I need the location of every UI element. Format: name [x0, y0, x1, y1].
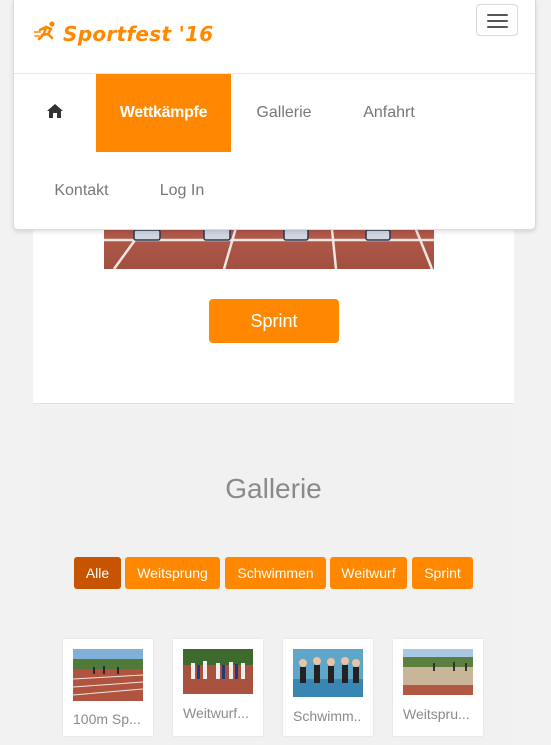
- gallery-thumbnail[interactable]: [183, 649, 253, 694]
- hamburger-icon-bar: [487, 20, 508, 22]
- nav-item-home[interactable]: [14, 74, 96, 152]
- nav-item-login[interactable]: Log In: [149, 152, 215, 230]
- brand-logo[interactable]: Sportfest '16: [33, 20, 214, 49]
- gallery-title: Gallerie: [225, 473, 322, 504]
- filter-weitwurf-button[interactable]: Weitwurf: [330, 557, 407, 589]
- filter-alle-button[interactable]: Alle: [74, 557, 121, 589]
- filter-schwimmen-button[interactable]: Schwimmen: [225, 557, 326, 589]
- gallery-caption: Weitwurf...: [183, 705, 249, 721]
- gallery-caption: Weitspru...: [403, 706, 470, 722]
- gallery-item-weitsprung[interactable]: Weitspru...: [393, 639, 483, 736]
- hamburger-icon-bar: [487, 26, 508, 28]
- filter-sprint-button[interactable]: Sprint: [412, 557, 473, 589]
- gallery-caption: Schwimm..: [293, 708, 362, 724]
- nav-item-wettkaempfe[interactable]: Wettkämpfe: [96, 74, 231, 152]
- sprint-button[interactable]: Sprint: [209, 299, 339, 343]
- runner-icon: [33, 20, 60, 49]
- gallery-thumbnail[interactable]: [403, 649, 473, 695]
- gallery-item-sprint[interactable]: 100m Sp...: [63, 639, 153, 736]
- gallery-thumbnail[interactable]: [73, 649, 143, 701]
- menu-toggle-button[interactable]: [476, 4, 518, 36]
- filter-weitsprung-button[interactable]: Weitsprung: [125, 557, 220, 589]
- nav-item-gallerie[interactable]: Gallerie: [231, 74, 337, 152]
- navbar: Sportfest '16 Wettkämpfe Gallerie Anfahr…: [13, 0, 536, 230]
- home-icon: [47, 103, 63, 123]
- gallery-item-schwimmen[interactable]: Schwimm..: [283, 639, 373, 736]
- gallery-item-weitwurf[interactable]: Weitwurf...: [173, 639, 263, 736]
- nav-item-kontakt[interactable]: Kontakt: [14, 152, 149, 230]
- hamburger-icon-bar: [487, 14, 508, 16]
- gallery-thumbnail[interactable]: [293, 649, 363, 697]
- gallery-caption: 100m Sp...: [73, 711, 141, 727]
- nav-item-anfahrt[interactable]: Anfahrt: [337, 74, 441, 152]
- brand-name: Sportfest '16: [63, 22, 214, 46]
